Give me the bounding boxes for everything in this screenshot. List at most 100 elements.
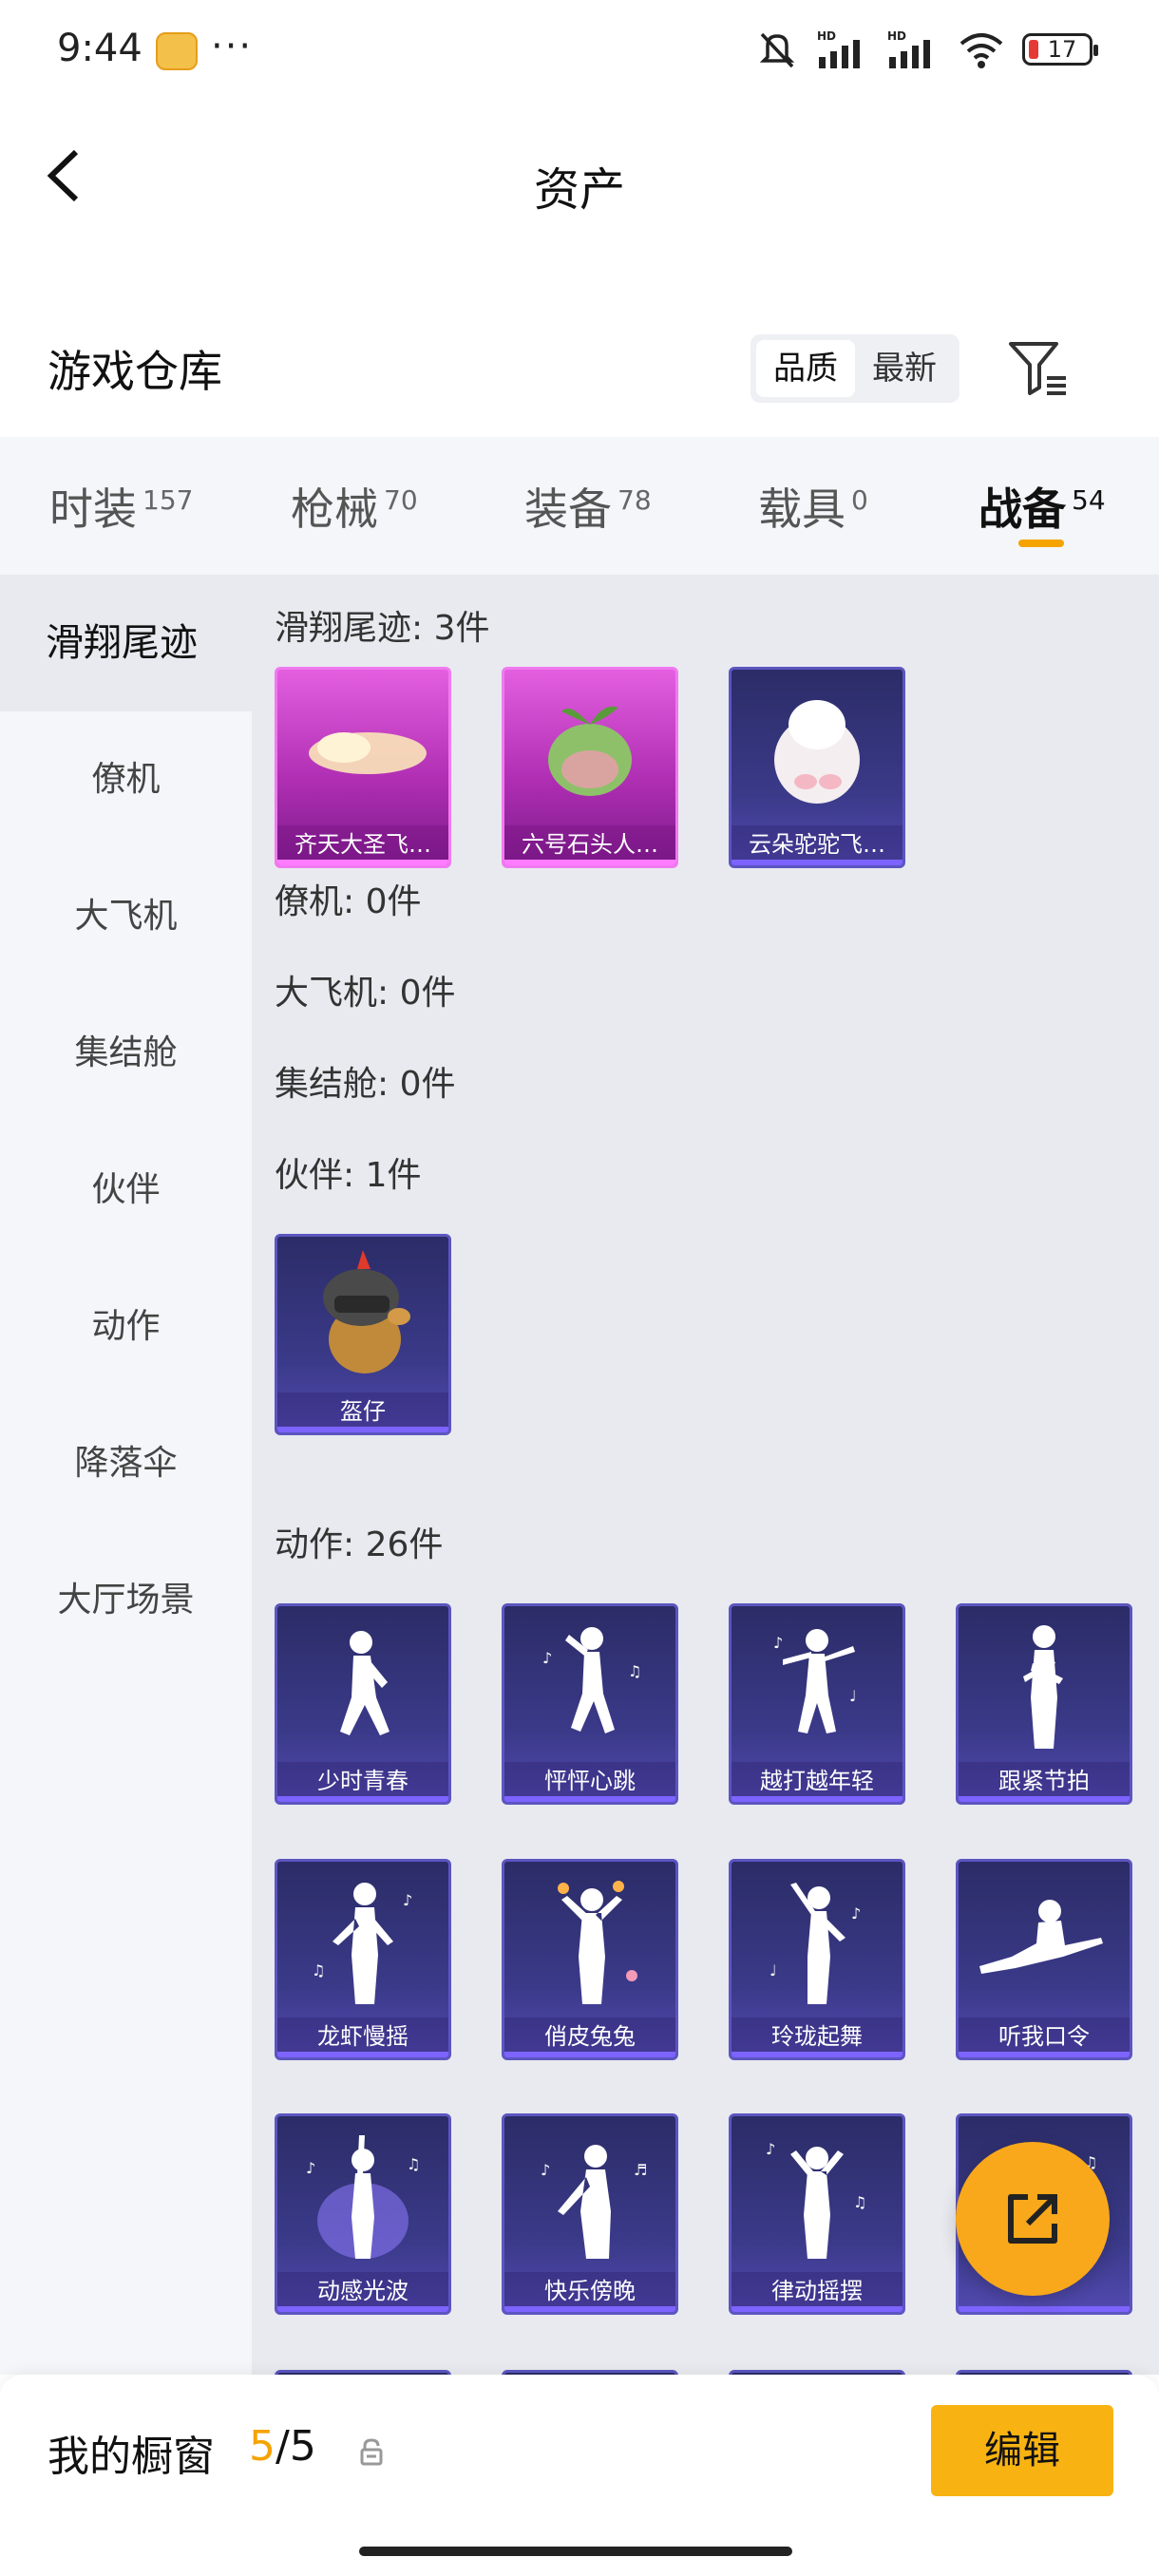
alpaca-cloud-art: [774, 700, 860, 804]
item-name: 跟紧节拍: [959, 1762, 1130, 1802]
svg-text:♪: ♪: [306, 2159, 315, 2177]
active-tab-indicator: [1018, 540, 1064, 547]
svg-text:♪: ♪: [766, 2140, 775, 2158]
svg-text:HD: HD: [887, 29, 906, 43]
item-name: 六号石头人…: [504, 825, 675, 865]
showcase-count: 5/5: [249, 2422, 316, 2471]
dance-pose-art: ♪♫: [306, 2135, 420, 2259]
svg-text:♫: ♫: [407, 2155, 420, 2173]
dance-pose-art: ♪♩: [770, 1883, 861, 2004]
item-name: 越打越年轻: [732, 1762, 902, 1802]
dance-pose-art: ♪♫: [766, 2140, 866, 2259]
mute-icon: [754, 28, 800, 70]
sidebar-item-partner[interactable]: 伙伴: [0, 1122, 252, 1259]
section-title-wingman: 僚机: 0件: [275, 882, 422, 921]
svg-text:♪: ♪: [541, 2161, 550, 2179]
tab-weapons[interactable]: 枪械 70: [291, 475, 418, 538]
sidebar-item-pod[interactable]: 集结舱: [0, 985, 252, 1122]
status-time: 9:44: [57, 27, 142, 70]
warehouse-title: 游戏仓库: [48, 346, 222, 397]
item-name: 律动摇摆: [732, 2272, 902, 2312]
item-card[interactable]: 盔仔: [275, 1234, 451, 1435]
svg-text:HD: HD: [817, 29, 836, 43]
battery-icon: 17: [1022, 33, 1098, 66]
sidebar-item-emote[interactable]: 动作: [0, 1259, 252, 1395]
sort-toggle: 品质 最新: [750, 334, 960, 403]
item-card[interactable]: ♪ ♫ 龙虾慢摇: [275, 1859, 451, 2060]
item-list: 滑翔尾迹: 3件 齐天大圣飞… 六号石头人… 云朵驼驼飞… 僚机: 0件 大飞机…: [252, 575, 1159, 2375]
battery-level: 17: [1047, 36, 1077, 63]
item-name: 少时青春: [277, 1762, 448, 1802]
sidebar: 滑翔尾迹 僚机 大飞机 集结舱 伙伴 动作 降落伞 大厅场景: [0, 575, 252, 2375]
section-title-partner: 伙伴: 1件: [275, 1156, 422, 1195]
dance-pose-art: ♪♫: [312, 1883, 412, 2004]
section-title-pod: 集结舱: 0件: [275, 1065, 456, 1104]
svg-text:♪: ♪: [851, 1904, 861, 1923]
dance-pose-art: ♪♩: [773, 1629, 857, 1733]
item-name: 俏皮兔兔: [504, 2017, 675, 2057]
tab-fashion[interactable]: 时装 157: [49, 475, 193, 538]
item-card[interactable]: 齐天大圣飞…: [275, 667, 451, 868]
home-indicator[interactable]: [359, 2547, 792, 2556]
item-name: 云朵驼驼飞…: [732, 825, 902, 865]
sidebar-item-wingman[interactable]: 僚机: [0, 711, 252, 848]
sidebar-item-glide-trail[interactable]: 滑翔尾迹: [0, 575, 252, 711]
share-fab[interactable]: [956, 2142, 1110, 2296]
tab-vehicles[interactable]: 载具 0: [758, 475, 868, 538]
item-card[interactable]: 跟紧节拍: [956, 1603, 1132, 1805]
sidebar-item-lobby-scene[interactable]: 大厅场景: [0, 1532, 252, 1669]
wifi-icon: [958, 28, 1005, 70]
item-name: 盔仔: [277, 1392, 448, 1432]
section-title-emote: 动作: 26件: [275, 1525, 444, 1564]
svg-text:♩: ♩: [849, 1687, 857, 1705]
section-title-glide: 滑翔尾迹: 3件: [275, 609, 490, 648]
item-name: 动感光波: [277, 2272, 448, 2312]
svg-text:♪: ♪: [773, 1634, 783, 1652]
item-card[interactable]: ♪ ♫ 律动摇摆: [729, 2113, 905, 2315]
category-tabs: 时装 157 枪械 70 装备 78 载具 0 战备 54: [0, 437, 1159, 575]
svg-text:♫: ♫: [312, 1961, 325, 1979]
app-notification-icon: [156, 32, 198, 70]
more-notifications-icon: ···: [211, 25, 254, 68]
svg-text:♪: ♪: [542, 1649, 552, 1667]
item-card[interactable]: ♪ ♩ 越打越年轻: [729, 1603, 905, 1805]
item-name: 玲珑起舞: [732, 2017, 902, 2057]
filter-button[interactable]: [1005, 334, 1072, 401]
external-link-icon: [1008, 2194, 1057, 2244]
svg-text:♪: ♪: [403, 1891, 412, 1909]
item-card[interactable]: 听我口令: [956, 1859, 1132, 2060]
filter-icon: [1009, 342, 1066, 395]
signal-hd-icon-2: HD: [887, 28, 940, 70]
svg-text:♫: ♫: [628, 1662, 641, 1680]
helmet-duck-art: [323, 1250, 410, 1373]
dance-pose-art: ♪ ♬: [541, 2145, 647, 2259]
tab-battle-gear[interactable]: 战备 54: [978, 475, 1106, 538]
sidebar-item-plane[interactable]: 大飞机: [0, 848, 252, 985]
item-card[interactable]: 俏皮兔兔: [502, 1859, 678, 2060]
sort-quality-button[interactable]: 品质: [756, 340, 855, 397]
item-card[interactable]: ♪ ♫ 怦怦心跳: [502, 1603, 678, 1805]
tab-equipment[interactable]: 装备 78: [524, 475, 652, 538]
cloud-trail-art: [309, 732, 427, 774]
section-title-plane: 大飞机: 0件: [275, 974, 456, 1013]
svg-text:♫: ♫: [853, 2193, 866, 2211]
svg-text:♩: ♩: [770, 1961, 777, 1979]
item-name: 听我口令: [959, 2017, 1130, 2057]
lock-icon: [360, 2438, 383, 2466]
edit-button[interactable]: 编辑: [931, 2405, 1113, 2496]
item-name: 龙虾慢摇: [277, 2017, 448, 2057]
showcase-label: 我的橱窗: [48, 2433, 215, 2481]
item-card[interactable]: ♪ ♫ 动感光波: [275, 2113, 451, 2315]
item-card[interactable]: 六号石头人…: [502, 667, 678, 868]
svg-text:♬: ♬: [634, 2161, 647, 2179]
nav-bar: 资产: [0, 114, 1159, 237]
item-card[interactable]: ♪ ♩ 玲珑起舞: [729, 1859, 905, 2060]
dance-pose-art: [1023, 1625, 1063, 1749]
item-card[interactable]: ♪ ♬ 快乐傍晚: [502, 2113, 678, 2315]
status-bar: 9:44 ··· HD HD 17: [0, 0, 1159, 104]
sort-latest-button[interactable]: 最新: [855, 340, 954, 397]
item-card[interactable]: 云朵驼驼飞…: [729, 667, 905, 868]
dance-pose-art: [340, 1631, 390, 1735]
sidebar-item-parachute[interactable]: 降落伞: [0, 1395, 252, 1532]
item-card[interactable]: 少时青春: [275, 1603, 451, 1805]
